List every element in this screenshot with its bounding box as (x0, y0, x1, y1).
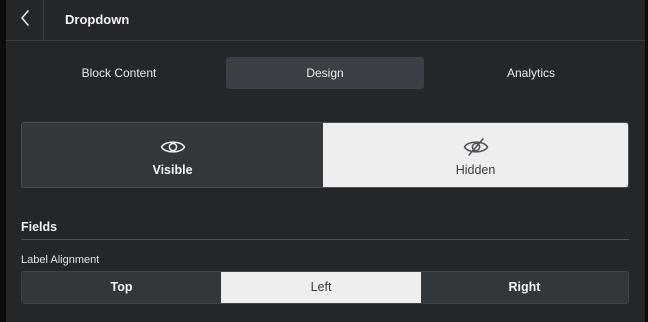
hidden-label: Hidden (455, 163, 496, 177)
visible-option[interactable]: Visible (22, 123, 323, 187)
align-left-option[interactable]: Left (221, 272, 421, 303)
visible-label: Visible (152, 163, 193, 177)
fields-divider (21, 239, 629, 240)
visibility-toggle: Visible Hidden (21, 122, 629, 188)
tab-block-content[interactable]: Block Content (21, 57, 217, 89)
tab-analytics[interactable]: Analytics (433, 57, 629, 89)
align-top-option[interactable]: Top (22, 272, 221, 303)
panel-header: Dropdown (6, 0, 645, 41)
align-right-option[interactable]: Right (421, 272, 628, 303)
fields-heading: Fields (21, 220, 58, 234)
hidden-option[interactable]: Hidden (323, 123, 628, 187)
eye-off-icon (463, 137, 489, 157)
back-button[interactable] (6, 0, 44, 40)
page-title: Dropdown (65, 12, 130, 27)
tab-design[interactable]: Design (226, 57, 424, 89)
label-alignment-title: Label Alignment (21, 254, 100, 266)
dropdown-settings-panel: Dropdown Block Content Design Analytics … (6, 0, 645, 322)
tab-bar: Block Content Design Analytics (21, 57, 631, 89)
eye-icon (160, 137, 186, 157)
chevron-left-icon (20, 9, 30, 31)
label-alignment-toggle: Top Left Right (21, 271, 629, 304)
